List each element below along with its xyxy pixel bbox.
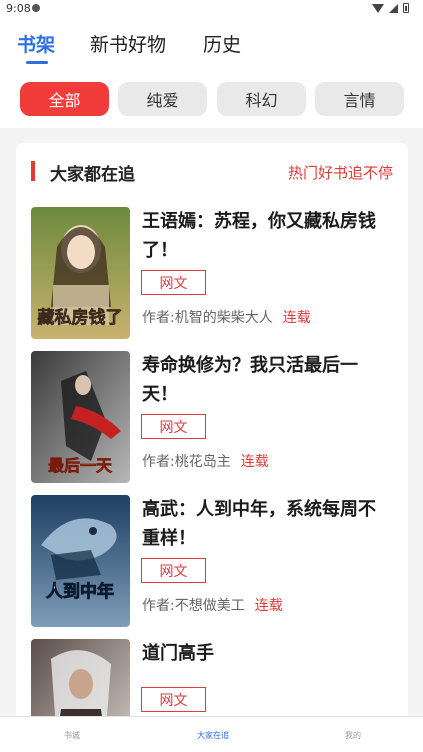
book-status: 连载 bbox=[254, 598, 283, 614]
cover-title-text: 藏私房钱了 bbox=[38, 307, 123, 328]
genre-tag: 网文 bbox=[141, 687, 206, 712]
tab-history[interactable]: 历史 bbox=[203, 30, 241, 57]
book-author: 作者:不想做美工 bbox=[142, 598, 245, 614]
tab-new-books[interactable]: 新书好物 bbox=[90, 30, 166, 57]
nav-bookstore[interactable]: 书城 bbox=[64, 730, 80, 741]
book-item[interactable]: 人到中年 高武：人到中年，系统每周不重样！ 网文 作者:不想做美工 连载 bbox=[16, 495, 408, 631]
notification-dot-icon bbox=[32, 4, 40, 12]
nav-trending[interactable]: 大家在追 bbox=[197, 730, 229, 741]
bottom-nav: 书城 大家在追 我的 bbox=[0, 716, 423, 752]
nav-mine[interactable]: 我的 bbox=[345, 730, 361, 741]
section-accent-bar bbox=[31, 161, 35, 181]
section-more-link[interactable]: 热门好书追不停 bbox=[288, 162, 393, 183]
book-cover-art: 藏私房钱了 bbox=[31, 207, 130, 339]
book-cover-art: 人到中年 bbox=[31, 495, 130, 627]
book-item[interactable]: 最后一天 寿命换修为？我只活最后一天！ 网文 作者:桃花岛主 连载 bbox=[16, 351, 408, 487]
category-filter-bar: 全部 纯爱 科幻 言情 bbox=[0, 70, 423, 128]
trending-card: 大家都在追 热门好书追不停 藏私房钱了 王语嫣：苏程，你又藏私房钱了！ 网文 作… bbox=[16, 143, 408, 743]
section-header: 大家都在追 热门好书追不停 bbox=[16, 143, 408, 195]
filter-scifi[interactable]: 科幻 bbox=[217, 82, 306, 116]
cover-title-text: 最后一天 bbox=[48, 456, 113, 475]
status-time: 9:08 bbox=[6, 2, 31, 15]
book-cover[interactable]: 藏私房钱了 bbox=[31, 207, 130, 339]
book-title[interactable]: 王语嫣：苏程，你又藏私房钱了！ bbox=[142, 207, 382, 265]
filter-all[interactable]: 全部 bbox=[20, 82, 109, 116]
book-title[interactable]: 寿命换修为？我只活最后一天！ bbox=[142, 351, 382, 409]
wifi-icon bbox=[372, 3, 384, 13]
active-tab-indicator bbox=[26, 61, 48, 64]
battery-icon bbox=[403, 3, 409, 13]
book-author: 作者:桃花岛主 bbox=[142, 454, 231, 470]
book-cover-art: 最后一天 bbox=[31, 351, 130, 483]
book-meta: 作者:不想做美工 连载 bbox=[142, 595, 283, 615]
filter-romance[interactable]: 言情 bbox=[315, 82, 404, 116]
tab-bookshelf[interactable]: 书架 bbox=[17, 30, 55, 57]
book-author: 作者:机智的柴柴大人 bbox=[142, 310, 273, 326]
top-tab-bar: 书架 新书好物 历史 bbox=[0, 18, 423, 70]
book-meta: 作者:桃花岛主 连载 bbox=[142, 451, 269, 471]
genre-tag: 网文 bbox=[141, 270, 206, 295]
section-title: 大家都在追 bbox=[50, 165, 135, 185]
cover-title-text: 人到中年 bbox=[46, 581, 114, 602]
book-title[interactable]: 高武：人到中年，系统每周不重样！ bbox=[142, 495, 382, 553]
status-bar: 9:08 bbox=[0, 0, 423, 18]
status-icons bbox=[372, 3, 409, 13]
book-status: 连载 bbox=[240, 454, 269, 470]
book-item[interactable]: 藏私房钱了 王语嫣：苏程，你又藏私房钱了！ 网文 作者:机智的柴柴大人 连载 bbox=[16, 207, 408, 343]
book-meta: 作者:机智的柴柴大人 连载 bbox=[142, 307, 311, 327]
filter-pure-love[interactable]: 纯爱 bbox=[118, 82, 207, 116]
genre-tag: 网文 bbox=[141, 558, 206, 583]
book-status: 连载 bbox=[282, 310, 311, 326]
book-cover[interactable]: 最后一天 bbox=[31, 351, 130, 483]
book-cover[interactable]: 人到中年 bbox=[31, 495, 130, 627]
signal-icon bbox=[389, 3, 398, 13]
genre-tag: 网文 bbox=[141, 414, 206, 439]
book-title[interactable]: 道门高手 bbox=[142, 639, 382, 668]
